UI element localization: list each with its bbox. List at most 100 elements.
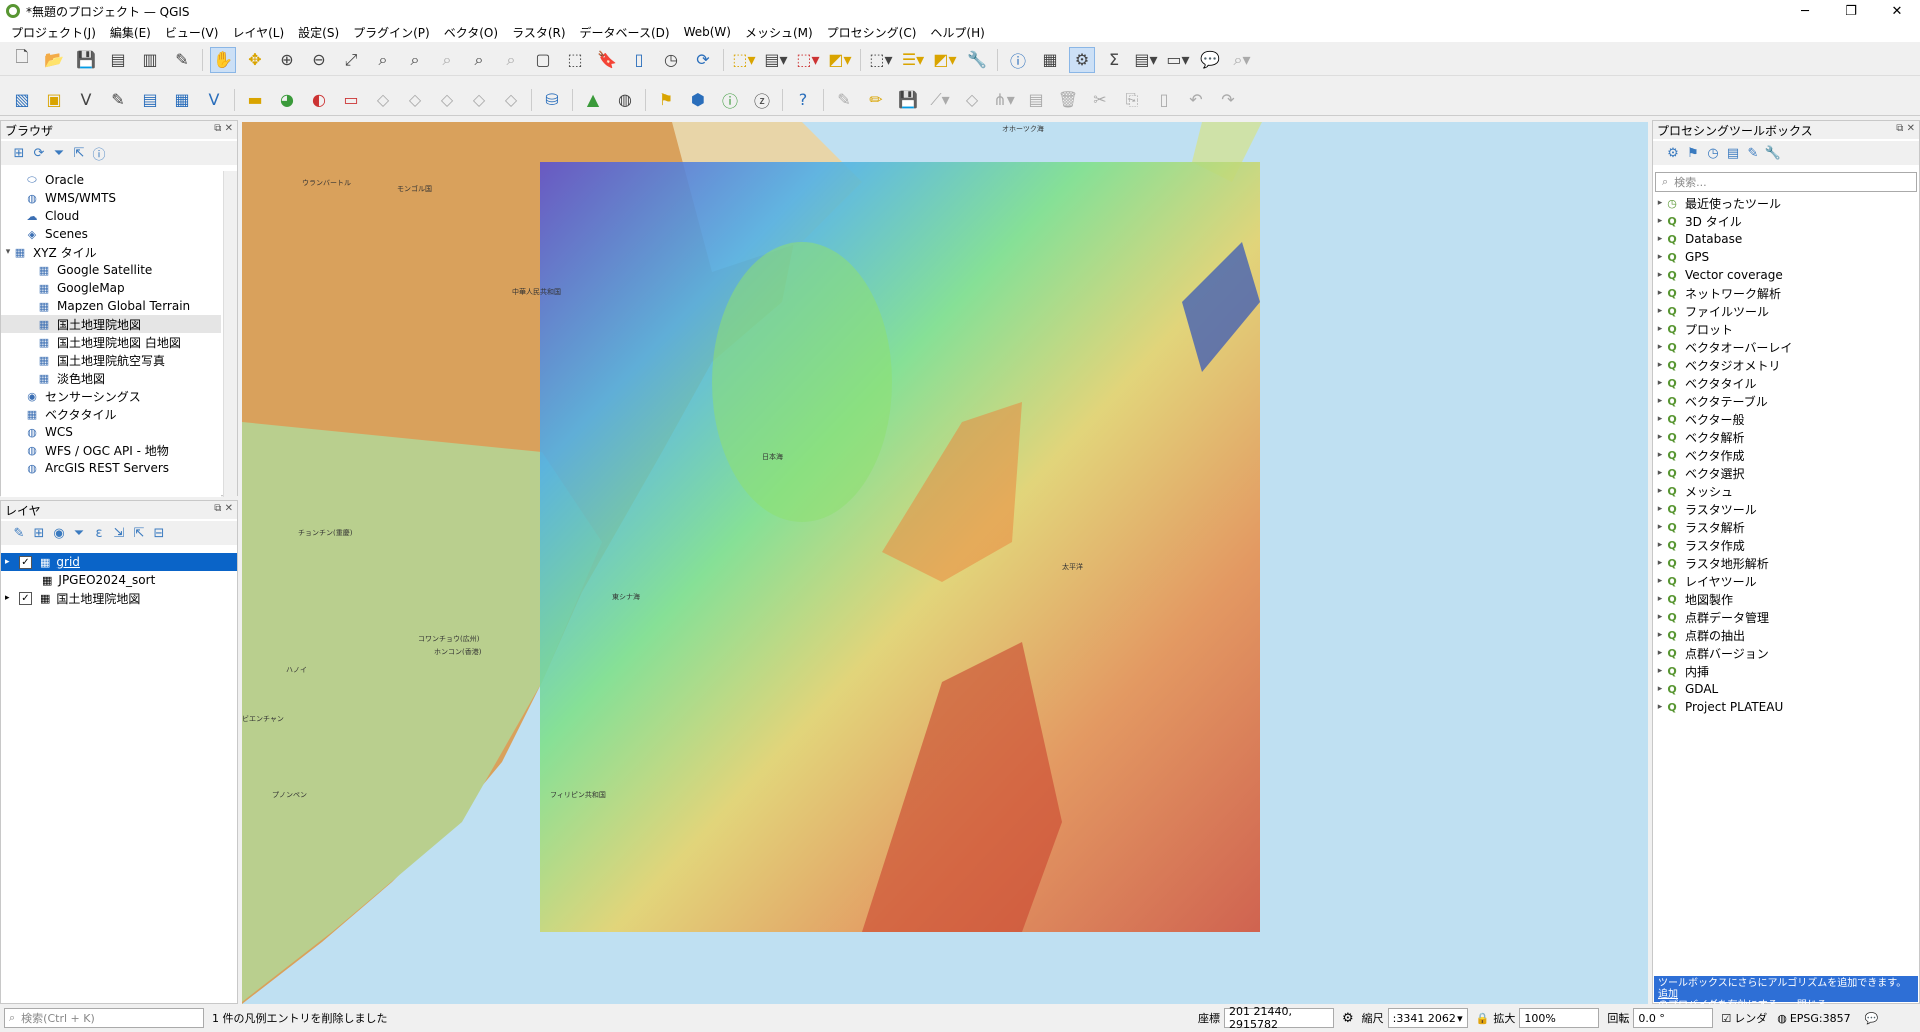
quickmap-icon[interactable]: ◍ [612,87,638,113]
browser-item[interactable]: ◍ WCS [1,423,221,441]
processing-group[interactable]: ▸ Q Vector coverage [1655,266,1917,284]
open-table-icon[interactable]: ▦ [1037,47,1063,73]
show-hide-label-icon[interactable]: ◇ [466,87,492,113]
expand-arrow-icon[interactable]: ▸ [1655,360,1665,370]
undo-icon[interactable]: ↶ [1183,87,1209,113]
processing-group[interactable]: ▸ Q ベクタ作成 [1655,446,1917,464]
crs-button[interactable]: EPSG:3857 [1790,1012,1851,1025]
expand-arrow-icon[interactable]: ▸ [1655,684,1665,694]
expand-arrow-icon[interactable]: ▸ [1655,504,1665,514]
plugin-info-icon[interactable]: ⓘ [717,87,743,113]
bookmark-icon[interactable]: 🔖 [594,47,620,73]
modify-attributes-icon[interactable]: ▤ [1023,87,1049,113]
rotation-field[interactable]: 0.0 ° [1633,1008,1714,1028]
menu-item[interactable]: ヘルプ(H) [923,24,991,41]
identify-features-icon[interactable]: ⬚▾ [868,47,894,73]
render-checkbox[interactable]: ☑ [1721,1012,1731,1025]
expand-arrow-icon[interactable]: ▸ [1655,234,1665,244]
add-feature-icon[interactable]: ◇ [959,87,985,113]
open-project-icon[interactable]: 📂 [41,47,67,73]
diagram-icon[interactable]: ◕ [274,87,300,113]
expand-arrow-icon[interactable]: ▸ [5,557,15,567]
browser-item[interactable]: ▦ Google Satellite [1,261,221,279]
processing-group[interactable]: ▸ Q レイヤツール [1655,572,1917,590]
show-bookmarks-icon[interactable]: ▯ [626,47,652,73]
processing-group[interactable]: ▸ Q GDAL [1655,680,1917,698]
processing-group[interactable]: ▸ Q ベクタテーブル [1655,392,1917,410]
statistics-icon[interactable]: Σ [1101,47,1127,73]
edit-features-icon[interactable]: ✎ [1743,146,1763,161]
menu-item[interactable]: 編集(E) [103,24,158,41]
expand-arrow-icon[interactable]: ▸ [1655,252,1665,262]
processing-group[interactable]: ▸ Q ラスタ作成 [1655,536,1917,554]
browser-item[interactable]: ▦ 国土地理院地図 [1,315,221,333]
new-map-view-icon[interactable]: ▢ [530,47,556,73]
new-spatialite-icon[interactable]: ✎ [105,87,131,113]
scripts-icon[interactable]: ⚑ [1683,146,1703,161]
expand-arrow-icon[interactable]: ▸ [1655,630,1665,640]
results-icon[interactable]: ▤ [1723,146,1743,161]
menu-item[interactable]: プロセシング(C) [820,24,924,41]
map-canvas[interactable]: オホーツク海 ウランバートル モンゴル国 中華人民共和国 チョンチン(重慶) コワンチョウ… [242,122,1648,1004]
expand-arrow-icon[interactable]: ▸ [1655,414,1665,424]
label-icon[interactable]: ▬ [242,87,268,113]
browser-item[interactable]: ▦ 国土地理院地図 白地図 [1,333,221,351]
zoom-layer-icon[interactable]: ⌕ [402,47,428,73]
processing-group[interactable]: ▸ ◷ 最近使ったツール [1655,194,1917,212]
save-edits-icon[interactable]: 💾 [895,87,921,113]
save-project-icon[interactable]: 💾 [73,47,99,73]
browser-item[interactable]: ▾ ▦ XYZ タイル [1,243,221,261]
processing-toolbox-icon[interactable]: ⚙ [1069,46,1095,73]
toolbox-icon[interactable]: 🔧 [964,47,990,73]
scale-field[interactable]: :3341 2062 ▾ [1387,1008,1468,1028]
measure-icon[interactable]: ▭▾ [1165,47,1191,73]
menu-item[interactable]: メッシュ(M) [738,24,820,41]
select-location-icon[interactable]: ◩▾ [827,47,853,73]
processing-search-input[interactable]: ⌕ 検索... [1655,172,1917,192]
expand-arrow-icon[interactable]: ▸ [1655,450,1665,460]
open-attribute-icon[interactable]: ▤▾ [1133,47,1159,73]
locator-search-input[interactable]: ⌕ 検索(Ctrl + K) [4,1008,204,1028]
menu-item[interactable]: ベクタ(O) [437,24,505,41]
layout-manager-icon[interactable]: ▥ [137,47,163,73]
expand-arrow-icon[interactable]: ▸ [1655,306,1665,316]
plugin-z-icon[interactable]: ⓩ [749,87,775,113]
expand-arrow-icon[interactable]: ▸ [1655,396,1665,406]
processing-group[interactable]: ▸ Q GPS [1655,248,1917,266]
layer-item[interactable]: ▦ JPGEO2024_sort [1,571,237,589]
filter-legend-icon[interactable]: ⏷ [69,526,89,541]
lock-scale-icon[interactable]: 🔒 [1476,1012,1490,1025]
expand-all-icon[interactable]: ⇲ [109,526,129,541]
expand-arrow-icon[interactable]: ▸ [1655,666,1665,676]
locator-icon[interactable]: ⌕▾ [1229,47,1255,73]
add-vector-icon[interactable]: V [201,87,227,113]
processing-group[interactable]: ▸ Q メッシュ [1655,482,1917,500]
processing-group[interactable]: ▸ Q Project PLATEAU [1655,698,1917,716]
processing-group[interactable]: ▸ Q 地図製作 [1655,590,1917,608]
zoom-native-icon[interactable]: ⌕ [434,47,460,73]
browser-scrollbar[interactable] [223,171,237,497]
cut-icon[interactable]: ✂ [1087,87,1113,113]
browser-item[interactable]: ⬭ Oracle [1,171,221,189]
collapse-all-icon[interactable]: ⇱ [69,146,89,161]
menu-item[interactable]: データベース(D) [573,24,677,41]
menu-item[interactable]: Web(W) [677,25,738,39]
expand-arrow-icon[interactable]: ▸ [5,593,15,603]
zoom-full-icon[interactable]: ⤢ [338,47,364,73]
label-properties-icon[interactable]: ◇ [498,87,524,113]
processing-group[interactable]: ▸ Q Database [1655,230,1917,248]
change-label-icon[interactable]: ◇ [434,87,460,113]
expand-arrow-icon[interactable]: ▸ [1655,288,1665,298]
expand-arrow-icon[interactable]: ▸ [1655,540,1665,550]
browser-item[interactable]: ▦ Mapzen Global Terrain [1,297,221,315]
options-icon[interactable]: 🔧 [1763,146,1783,161]
layer-item[interactable]: ▸ ✓ ▦ 国土地理院地図 [1,589,237,607]
menu-item[interactable]: レイヤ(L) [225,24,291,41]
layer-visibility-checkbox[interactable]: ✓ [19,591,32,605]
vertex-tool-icon[interactable]: ⋔▾ [991,87,1017,113]
expand-arrow-icon[interactable]: ▸ [1655,558,1665,568]
remove-layer-icon[interactable]: ⊟ [149,526,169,541]
browser-item[interactable]: ◈ Scenes [1,225,221,243]
zoom-last-icon[interactable]: ⌕ [466,47,492,73]
add-group-icon[interactable]: ⊞ [29,526,49,541]
